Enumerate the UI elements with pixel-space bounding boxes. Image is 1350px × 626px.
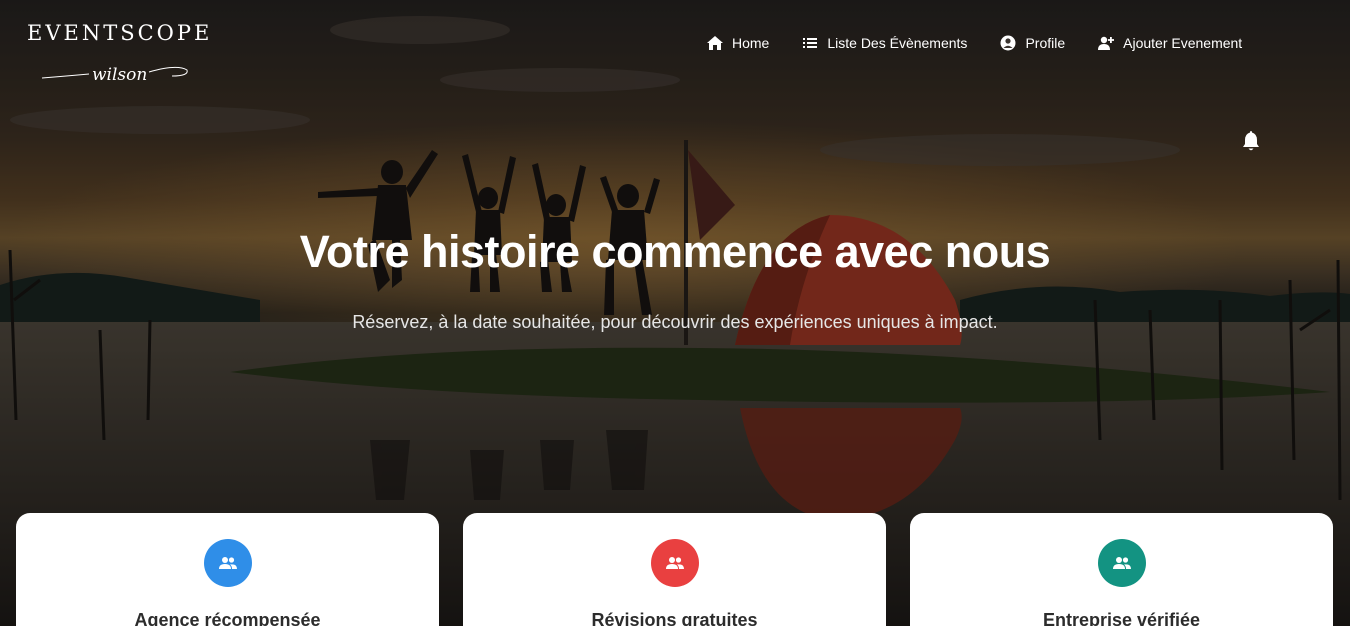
brand-logo[interactable]: EVENTSCOPE wilson (27, 20, 213, 98)
feature-card-award: Agence récompensée (16, 513, 439, 626)
brand-script-text: wilson (92, 65, 147, 85)
user-circle-icon (999, 34, 1017, 52)
nav-events-list[interactable]: Liste Des Évènements (801, 34, 967, 52)
bell-icon[interactable] (1241, 130, 1261, 152)
list-icon (801, 34, 819, 52)
hero-subtitle: Réservez, à la date souhaitée, pour déco… (352, 312, 998, 332)
nav-home[interactable]: Home (706, 34, 769, 52)
user-plus-icon (1097, 34, 1115, 52)
main-nav: Home Liste Des Évènements Profile Ajoute… (706, 32, 1242, 54)
nav-home-label: Home (732, 35, 770, 51)
hero-title: Votre histoire commence avec nous (299, 226, 1051, 277)
nav-profile[interactable]: Profile (999, 34, 1065, 52)
nav-profile-label: Profile (1025, 35, 1066, 51)
feature-title: Révisions gratuites (591, 610, 758, 626)
users-icon (651, 539, 699, 587)
users-icon (1098, 539, 1146, 587)
nav-add-event[interactable]: Ajouter Evenement (1097, 34, 1242, 52)
feature-card-verified: Entreprise vérifiée (910, 513, 1333, 626)
feature-title: Agence récompensée (134, 610, 321, 626)
feature-title: Entreprise vérifiée (1042, 610, 1201, 626)
users-icon (204, 539, 252, 587)
brand-script-logo: wilson (41, 65, 188, 85)
nav-add-event-label: Ajouter Evenement (1123, 35, 1243, 51)
brand-name: EVENTSCOPE (27, 21, 213, 45)
nav-events-list-label: Liste Des Évènements (827, 35, 968, 51)
home-icon (706, 34, 724, 52)
feature-card-revisions: Révisions gratuites (463, 513, 886, 626)
